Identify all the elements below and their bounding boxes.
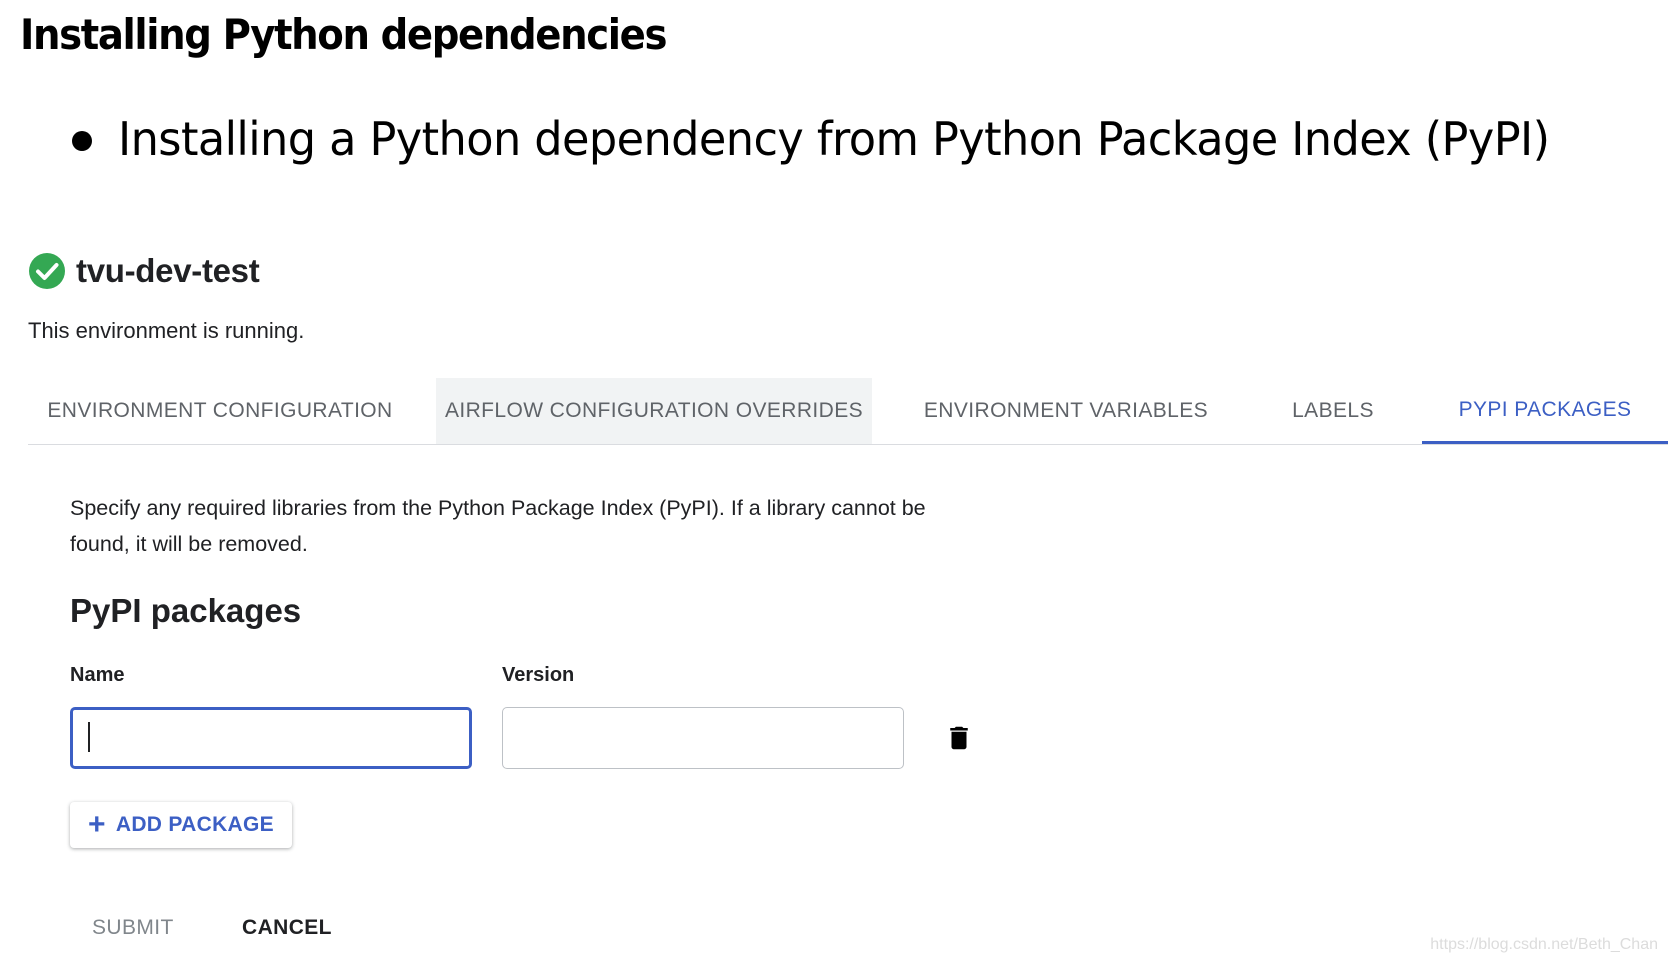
add-package-label: ADD PACKAGE bbox=[115, 813, 274, 836]
package-name-input[interactable] bbox=[70, 707, 472, 769]
tab-label: AIRFLOW CONFIGURATION OVERRIDES bbox=[444, 399, 864, 422]
tab-environment-variables[interactable]: ENVIRONMENT VARIABLES bbox=[896, 378, 1236, 444]
submit-button[interactable]: SUBMIT bbox=[92, 916, 174, 940]
tab-labels[interactable]: LABELS bbox=[1268, 378, 1398, 444]
slide-bullet: Installing a Python dependency from Pyth… bbox=[72, 112, 1594, 166]
environment-header: tvu-dev-test bbox=[28, 252, 260, 290]
tab-label: ENVIRONMENT CONFIGURATION bbox=[47, 399, 393, 422]
name-label: Name bbox=[70, 664, 125, 686]
package-version-input[interactable] bbox=[502, 707, 904, 769]
section-title: PyPI packages bbox=[70, 592, 302, 629]
plus-icon: + bbox=[88, 808, 106, 841]
version-label: Version bbox=[502, 664, 575, 686]
tab-label: ENVIRONMENT VARIABLES bbox=[923, 399, 1209, 422]
tab-pypi-packages[interactable]: PYPI PACKAGES bbox=[1422, 378, 1668, 444]
cancel-button[interactable]: CANCEL bbox=[242, 916, 332, 940]
environment-name: tvu-dev-test bbox=[76, 252, 260, 289]
slide-title: Installing Python dependencies bbox=[20, 10, 667, 59]
pypi-description: Specify any required libraries from the … bbox=[70, 496, 926, 556]
trash-icon[interactable] bbox=[944, 723, 974, 753]
watermark: https://blog.csdn.net/Beth_Chan bbox=[1430, 936, 1658, 953]
add-package-button[interactable]: + ADD PACKAGE bbox=[70, 802, 292, 848]
check-circle-icon bbox=[29, 253, 65, 289]
tab-bar: ENVIRONMENT CONFIGURATION AIRFLOW CONFIG… bbox=[28, 378, 1668, 445]
tab-environment-configuration[interactable]: ENVIRONMENT CONFIGURATION bbox=[28, 378, 412, 444]
bullet-text: Installing a Python dependency from Pyth… bbox=[118, 112, 1550, 166]
tab-airflow-configuration-overrides[interactable]: AIRFLOW CONFIGURATION OVERRIDES bbox=[436, 378, 872, 444]
tab-label: LABELS bbox=[1292, 399, 1374, 422]
bullet-dot bbox=[72, 131, 92, 151]
tab-label: PYPI PACKAGES bbox=[1458, 397, 1632, 421]
environment-status: This environment is running. bbox=[28, 318, 305, 343]
text-caret bbox=[88, 722, 90, 752]
